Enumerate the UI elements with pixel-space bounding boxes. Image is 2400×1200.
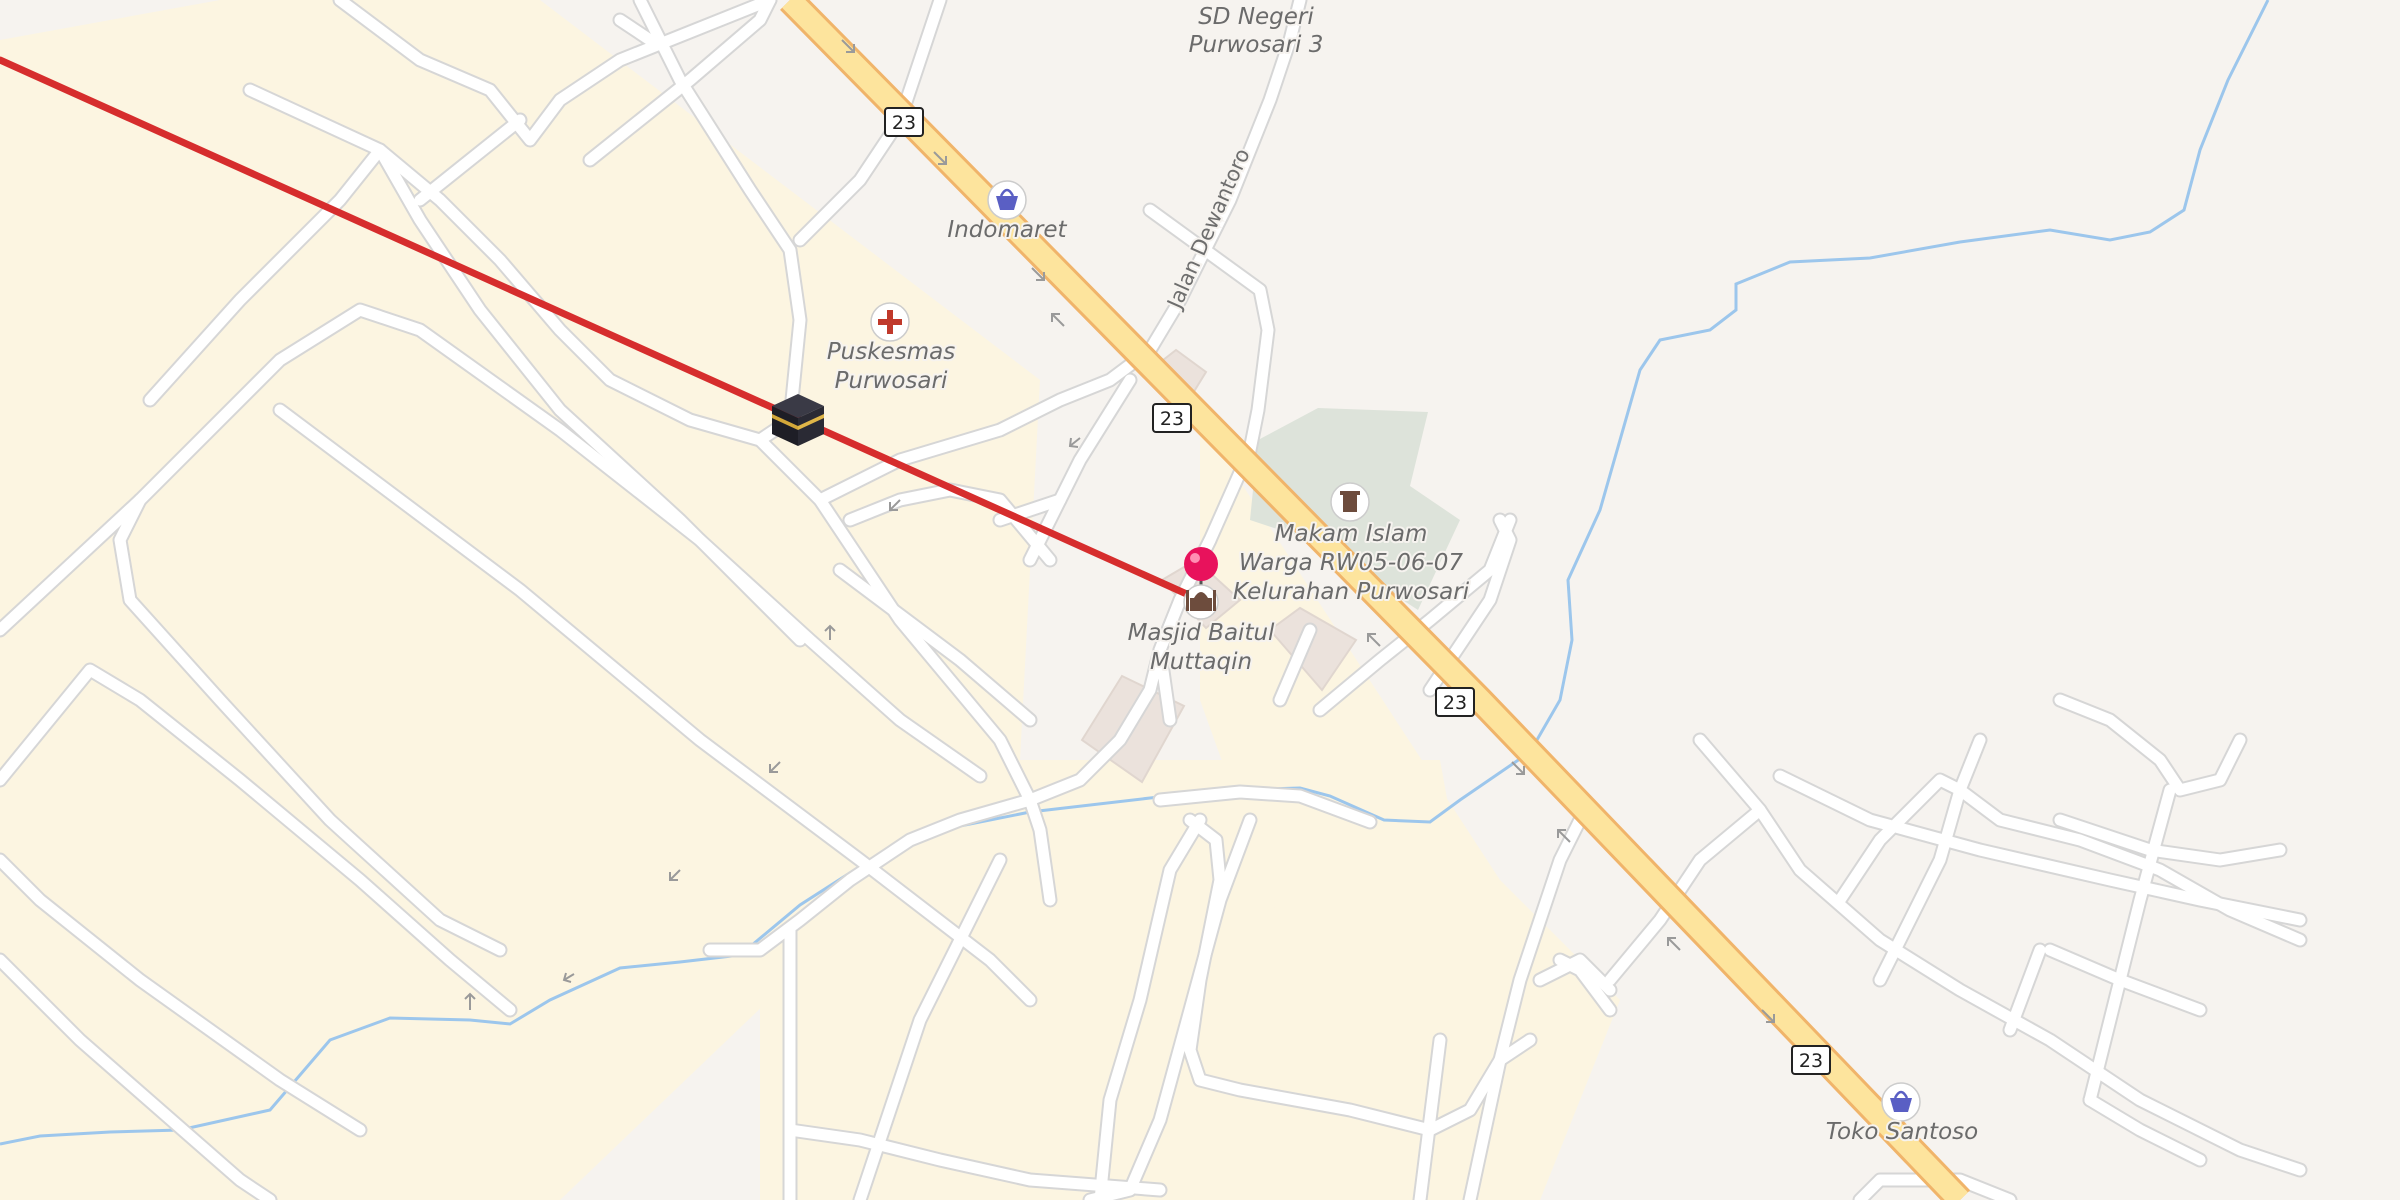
mosque-icon xyxy=(1183,584,1219,620)
cemetery-icon xyxy=(1330,482,1370,522)
route-shield-23: 23 xyxy=(1791,1045,1831,1075)
route-shield-23: 23 xyxy=(1152,403,1192,433)
poi-sd-negeri[interactable]: SD Negeri Purwosari 3 xyxy=(1187,2,1326,60)
shopping-basket-icon xyxy=(987,180,1027,220)
route-shield-23: 23 xyxy=(1435,687,1475,717)
map-canvas[interactable]: 23 23 23 23 Jalan Dewantoro SD Negeri Pu… xyxy=(0,0,2400,1200)
svg-text:Toko Santoso: Toko Santoso xyxy=(1826,1119,1978,1145)
svg-text:Purwosari: Purwosari xyxy=(835,368,948,394)
svg-text:Masjid Baitul: Masjid Baitul xyxy=(1128,620,1275,646)
svg-text:Indomaret: Indomaret xyxy=(947,217,1067,243)
svg-text:Warga RW05-06-07: Warga RW05-06-07 xyxy=(1239,550,1464,576)
svg-text:Makam Islam: Makam Islam xyxy=(1275,521,1428,547)
svg-text:SD Negeri: SD Negeri xyxy=(1198,4,1314,30)
svg-text:Puskesmas: Puskesmas xyxy=(827,339,955,365)
svg-text:23: 23 xyxy=(892,112,916,134)
route-shield-23: 23 xyxy=(884,107,924,137)
svg-text:Muttaqin: Muttaqin xyxy=(1150,649,1252,675)
svg-text:23: 23 xyxy=(1799,1050,1823,1072)
shopping-basket-icon xyxy=(1881,1082,1921,1122)
svg-text:23: 23 xyxy=(1160,408,1184,430)
medical-cross-icon xyxy=(870,302,910,342)
svg-text:23: 23 xyxy=(1443,692,1467,714)
svg-text:Purwosari 3: Purwosari 3 xyxy=(1189,32,1324,58)
svg-text:Kelurahan Purwosari: Kelurahan Purwosari xyxy=(1233,579,1470,605)
